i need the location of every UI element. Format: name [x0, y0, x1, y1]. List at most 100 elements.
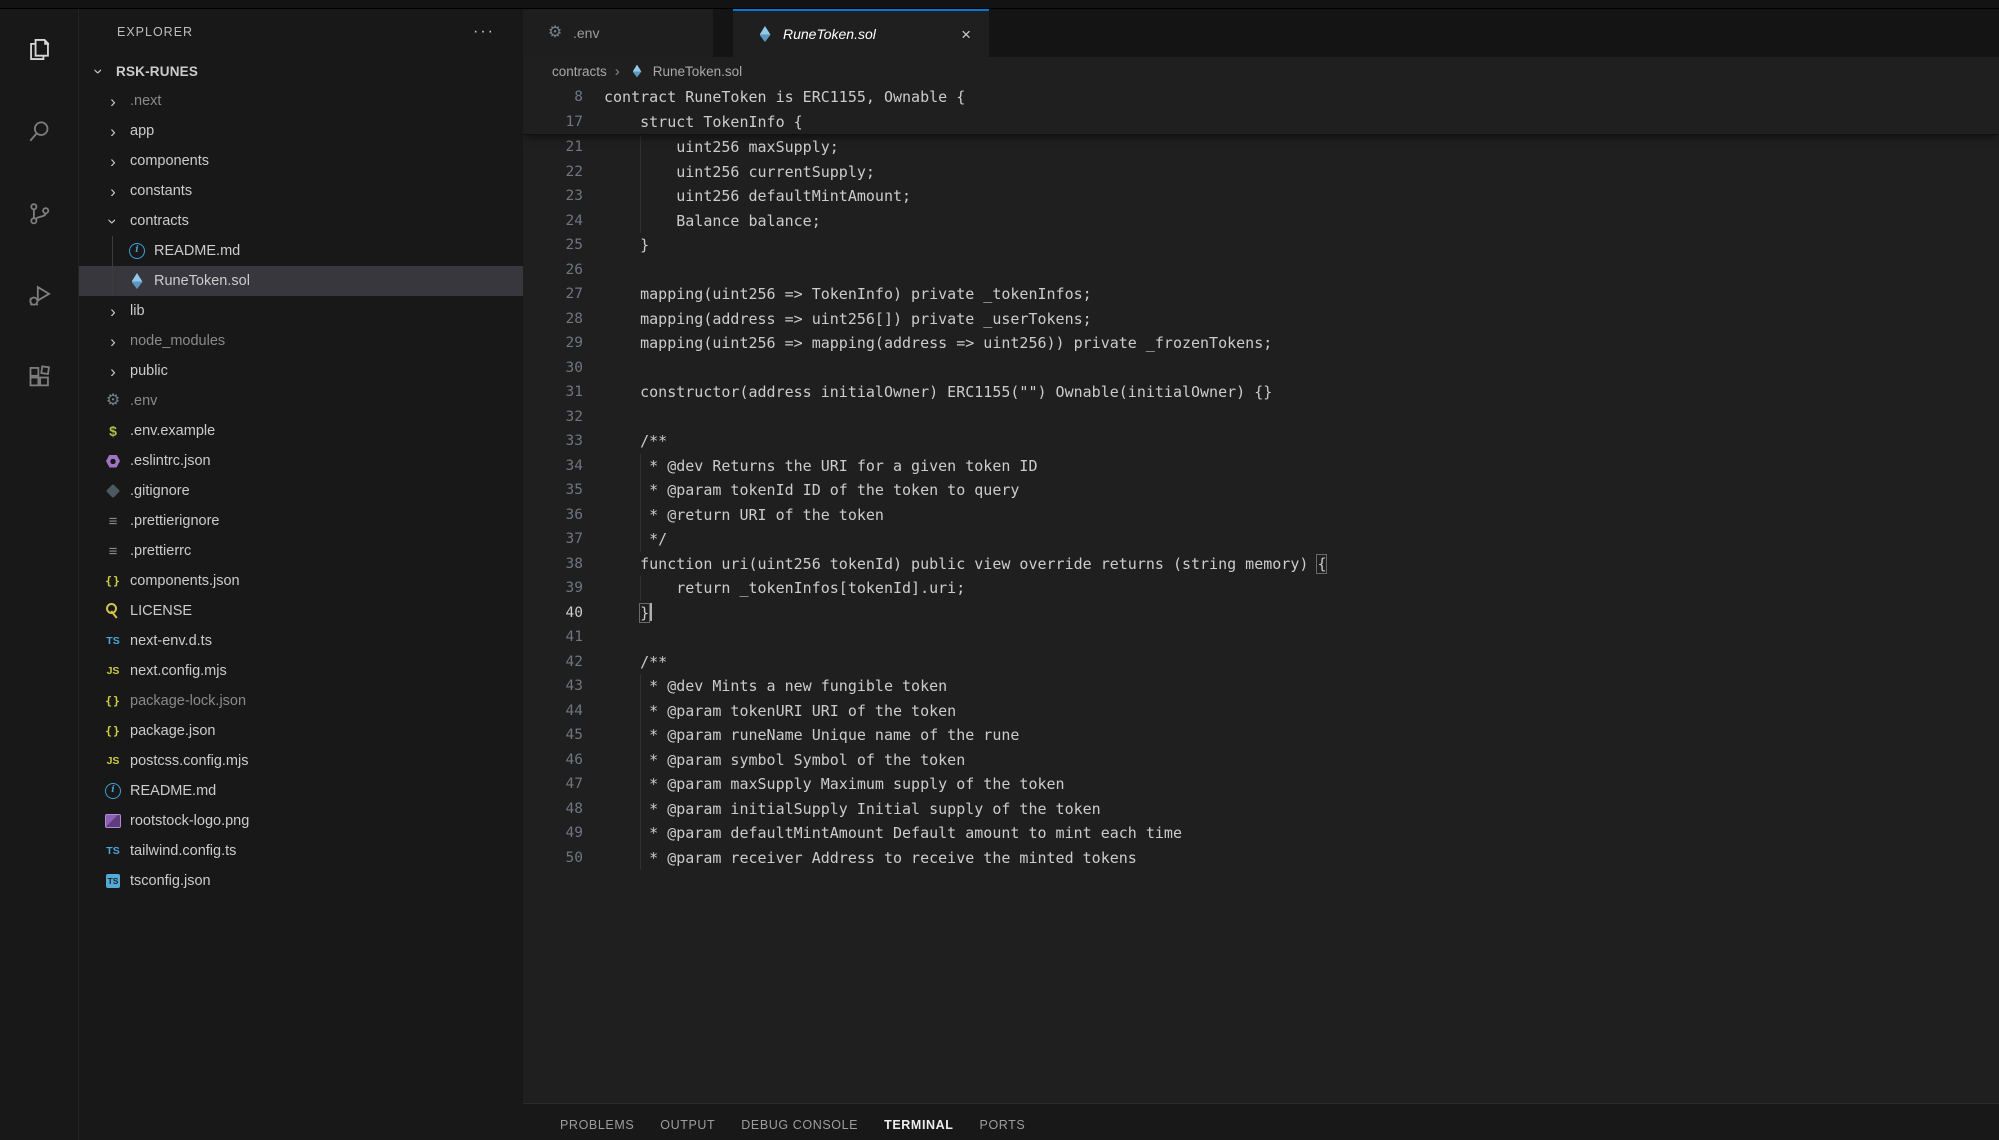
- code-line[interactable]: 33 /**: [523, 429, 1999, 454]
- line-number[interactable]: 39: [523, 576, 604, 601]
- extensions-icon[interactable]: [15, 351, 63, 403]
- code-line[interactable]: 35 * @param tokenId ID of the token to q…: [523, 478, 1999, 503]
- tree-item[interactable]: .next: [79, 86, 523, 116]
- sticky-line[interactable]: 8 contract RuneToken is ERC1155, Ownable…: [523, 85, 1999, 110]
- panel-tab[interactable]: PORTS: [967, 1118, 1039, 1132]
- line-number[interactable]: 25: [523, 233, 604, 258]
- line-number[interactable]: 38: [523, 552, 604, 577]
- tree-item[interactable]: .env.example: [79, 416, 523, 446]
- breadcrumb-item-folder[interactable]: contracts: [552, 64, 607, 79]
- editor-tab[interactable]: RuneToken.sol ×: [733, 9, 989, 57]
- search-icon[interactable]: [15, 105, 63, 157]
- line-number[interactable]: 37: [523, 527, 604, 552]
- code-line[interactable]: 44 * @param tokenURI URI of the token: [523, 699, 1999, 724]
- editor[interactable]: 8 contract RuneToken is ERC1155, Ownable…: [523, 85, 1999, 1103]
- more-actions-button[interactable]: ···: [473, 27, 495, 37]
- line-number[interactable]: 24: [523, 209, 604, 234]
- tree-item[interactable]: LICENSE: [79, 596, 523, 626]
- panel-tab[interactable]: DEBUG CONSOLE: [728, 1118, 871, 1132]
- code-line[interactable]: 49 * @param defaultMintAmount Default am…: [523, 821, 1999, 846]
- code-line[interactable]: 34 * @dev Returns the URI for a given to…: [523, 454, 1999, 479]
- code-line[interactable]: 28 mapping(address => uint256[]) private…: [523, 307, 1999, 332]
- tree-item[interactable]: package-lock.json: [79, 686, 523, 716]
- code-line[interactable]: 24 Balance balance;: [523, 209, 1999, 234]
- line-number[interactable]: 35: [523, 478, 604, 503]
- code-line[interactable]: 45 * @param runeName Unique name of the …: [523, 723, 1999, 748]
- code-line[interactable]: 25 }: [523, 233, 1999, 258]
- line-number[interactable]: 23: [523, 184, 604, 209]
- line-number[interactable]: 42: [523, 650, 604, 675]
- line-number[interactable]: 46: [523, 748, 604, 773]
- line-number[interactable]: 48: [523, 797, 604, 822]
- tree-item[interactable]: components: [79, 146, 523, 176]
- panel-tab[interactable]: TERMINAL: [871, 1118, 966, 1132]
- tree-item[interactable]: components.json: [79, 566, 523, 596]
- code-line[interactable]: 39 return _tokenInfos[tokenId].uri;: [523, 576, 1999, 601]
- line-number[interactable]: 28: [523, 307, 604, 332]
- line-number[interactable]: 32: [523, 405, 604, 430]
- code-line[interactable]: 29 mapping(uint256 => mapping(address =>…: [523, 331, 1999, 356]
- line-number[interactable]: 22: [523, 160, 604, 185]
- line-number[interactable]: 21: [523, 135, 604, 160]
- tree-item[interactable]: .eslintrc.json: [79, 446, 523, 476]
- tree-item[interactable]: tsconfig.json: [79, 866, 523, 896]
- tree-item[interactable]: constants: [79, 176, 523, 206]
- line-number[interactable]: 50: [523, 846, 604, 871]
- line-number[interactable]: 33: [523, 429, 604, 454]
- tree-item[interactable]: RSK-RUNES: [79, 56, 523, 86]
- line-number[interactable]: 49: [523, 821, 604, 846]
- line-number[interactable]: 29: [523, 331, 604, 356]
- tree-item[interactable]: RuneToken.sol: [79, 266, 523, 296]
- tree-item[interactable]: postcss.config.mjs: [79, 746, 523, 776]
- tree-item[interactable]: lib: [79, 296, 523, 326]
- line-number[interactable]: 27: [523, 282, 604, 307]
- breadcrumb-item-file[interactable]: RuneToken.sol: [653, 64, 742, 79]
- editor-tab[interactable]: .env: [523, 9, 713, 57]
- code-line[interactable]: 42 /**: [523, 650, 1999, 675]
- tree-item[interactable]: tailwind.config.ts: [79, 836, 523, 866]
- line-number[interactable]: 41: [523, 625, 604, 650]
- line-number[interactable]: 31: [523, 380, 604, 405]
- code-line[interactable]: 27 mapping(uint256 => TokenInfo) private…: [523, 282, 1999, 307]
- code-line[interactable]: 21 uint256 maxSupply;: [523, 135, 1999, 160]
- code-line[interactable]: 47 * @param maxSupply Maximum supply of …: [523, 772, 1999, 797]
- line-number[interactable]: 43: [523, 674, 604, 699]
- code-line[interactable]: 50 * @param receiver Address to receive …: [523, 846, 1999, 871]
- panel-tab[interactable]: OUTPUT: [647, 1118, 728, 1132]
- code-line[interactable]: 23 uint256 defaultMintAmount;: [523, 184, 1999, 209]
- code-line[interactable]: 22 uint256 currentSupply;: [523, 160, 1999, 185]
- tree-item[interactable]: package.json: [79, 716, 523, 746]
- run-and-debug-icon[interactable]: [15, 269, 63, 321]
- tree-item[interactable]: README.md: [79, 236, 523, 266]
- code-line[interactable]: 41: [523, 625, 1999, 650]
- tree-item[interactable]: next.config.mjs: [79, 656, 523, 686]
- code-line[interactable]: 30: [523, 356, 1999, 381]
- line-number[interactable]: 45: [523, 723, 604, 748]
- line-number[interactable]: 34: [523, 454, 604, 479]
- code-line[interactable]: 40 }: [523, 601, 1999, 626]
- line-number[interactable]: 36: [523, 503, 604, 528]
- line-number[interactable]: 26: [523, 258, 604, 283]
- code-line[interactable]: 48 * @param initialSupply Initial supply…: [523, 797, 1999, 822]
- source-control-icon[interactable]: [15, 187, 63, 239]
- code-line[interactable]: 43 * @dev Mints a new fungible token: [523, 674, 1999, 699]
- tree-item[interactable]: .prettierignore: [79, 506, 523, 536]
- code-line[interactable]: 38 function uri(uint256 tokenId) public …: [523, 552, 1999, 577]
- close-icon[interactable]: ×: [959, 24, 973, 45]
- tree-item[interactable]: app: [79, 116, 523, 146]
- code-line[interactable]: 46 * @param symbol Symbol of the token: [523, 748, 1999, 773]
- code-line[interactable]: 31 constructor(address initialOwner) ERC…: [523, 380, 1999, 405]
- tree-item[interactable]: .prettierrc: [79, 536, 523, 566]
- tree-item[interactable]: node_modules: [79, 326, 523, 356]
- tree-item[interactable]: contracts: [79, 206, 523, 236]
- tree-item[interactable]: .gitignore: [79, 476, 523, 506]
- line-number[interactable]: 40: [523, 601, 604, 626]
- line-number[interactable]: 47: [523, 772, 604, 797]
- tree-item[interactable]: README.md: [79, 776, 523, 806]
- code-line[interactable]: 37 */: [523, 527, 1999, 552]
- tree-item[interactable]: rootstock-logo.png: [79, 806, 523, 836]
- tree-item[interactable]: .env: [79, 386, 523, 416]
- code-line[interactable]: 26: [523, 258, 1999, 283]
- panel-tab[interactable]: PROBLEMS: [547, 1118, 647, 1132]
- sticky-line[interactable]: 17 struct TokenInfo {: [523, 110, 1999, 135]
